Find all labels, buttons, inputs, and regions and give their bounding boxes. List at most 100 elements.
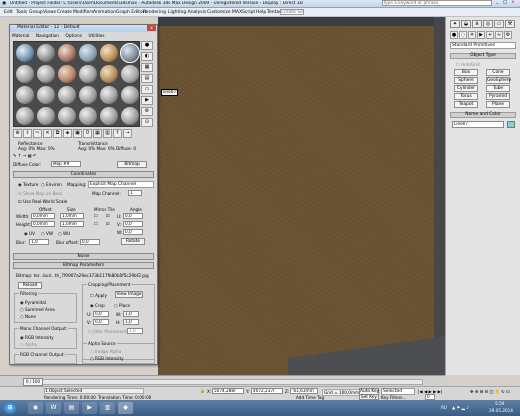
sample-sphere[interactable] [79, 86, 97, 104]
geosphere-button[interactable]: GeoSphere [486, 77, 511, 84]
summed-area-radio[interactable]: ○ Summed Area [20, 307, 55, 312]
category-dropdown[interactable]: Standard Primitives [450, 42, 516, 49]
background-icon[interactable]: ▦ [141, 63, 153, 72]
menu-edit[interactable]: Edit [4, 10, 13, 15]
uv-radio[interactable]: ◉ UV [24, 231, 35, 236]
y-coord[interactable]: 4072,237r [251, 388, 283, 394]
wu-radio[interactable]: ○ WU [58, 231, 70, 236]
menu-lighting-analysis[interactable]: Lighting Analysis [168, 10, 206, 15]
show-map-on-back-checkbox[interactable]: ☑ Show Map on Back [18, 191, 63, 196]
put-library-icon[interactable]: ▣ [73, 129, 82, 138]
menu-options[interactable]: Options [65, 34, 82, 39]
autogrid-checkbox[interactable]: ☐ AutoGrid [456, 62, 480, 67]
menu-animation[interactable]: Animation [93, 10, 116, 15]
folder-icon[interactable]: ▥ [100, 402, 115, 414]
unique-icon[interactable]: ◈ [63, 129, 72, 138]
maximize-button[interactable]: □ [503, 0, 507, 5]
menu-utilities[interactable]: Utilities [88, 34, 104, 39]
environ-radio[interactable]: ○ Environ [41, 182, 62, 187]
jitter-checkbox[interactable]: ☐ Jitter Placement: [88, 329, 128, 334]
teapot-button[interactable]: Teapot [454, 101, 478, 108]
bitmap-type-button[interactable]: Bitmap [117, 161, 147, 168]
x-coord[interactable]: 5074,288r [212, 388, 244, 394]
noise-rollout[interactable]: Noise [13, 253, 154, 260]
menu-help[interactable]: Help [256, 10, 266, 15]
chrome-icon[interactable]: ◉ [28, 402, 43, 414]
sample-sphere[interactable] [121, 86, 139, 104]
cylinder-button[interactable]: Cylinder [454, 85, 478, 92]
sample-sphere[interactable] [121, 65, 139, 83]
apply-checkbox[interactable]: ☐ Apply [90, 293, 107, 298]
u-tile-checkbox[interactable]: ☑ [106, 213, 110, 218]
menu-group[interactable]: Group [29, 10, 43, 15]
use-real-world-scale-checkbox[interactable]: ☑ Use Real-World Scale [18, 199, 67, 204]
assign-material-icon[interactable]: ⇨ [33, 129, 42, 138]
media-player-icon[interactable]: ▶ [82, 402, 97, 414]
bitmap-path[interactable]: Bitmap: ter...buil...th_7f0907a29ec373b1… [16, 273, 149, 278]
minimize-button[interactable]: _ [496, 0, 498, 5]
start-button[interactable]: ⊞ [3, 402, 17, 414]
helpers-icon[interactable]: + [486, 31, 494, 39]
box-button[interactable]: Box [454, 69, 478, 76]
menu-modifiers[interactable]: Modifiers [73, 10, 94, 15]
sample-sphere[interactable] [100, 107, 118, 125]
image-alpha-radio[interactable]: ○ Image Alpha [90, 349, 121, 354]
map-channel-input[interactable]: 1 [128, 190, 142, 196]
pyramid-button[interactable]: Pyramid [486, 93, 510, 100]
key-mode-dropdown[interactable]: Selected [381, 388, 415, 395]
explorer-icon[interactable]: ▤ [64, 402, 79, 414]
v-mirror-checkbox[interactable]: ☐ [94, 221, 98, 226]
none-radio[interactable]: ○ None [20, 314, 36, 319]
jitter-input[interactable]: 1,0 [127, 328, 143, 334]
effects-channel-icon[interactable]: 0 [83, 129, 92, 138]
word-icon[interactable]: W [46, 402, 61, 414]
go-sibling-small-icon[interactable]: → [23, 153, 27, 158]
alpha-radio[interactable]: ○ Alpha [20, 342, 37, 347]
pyramidal-radio[interactable]: ◉ Pyramidal [20, 300, 46, 305]
sample-sphere[interactable] [16, 44, 34, 62]
create-tab[interactable]: ✦ [450, 20, 460, 28]
timeline-track[interactable] [23, 379, 423, 385]
torus-button[interactable]: Torus [454, 93, 478, 100]
video-check-icon[interactable]: ▭ [141, 85, 153, 94]
crop-radio[interactable]: ◉ Crop [90, 303, 105, 308]
crop-u-input[interactable]: 0,0 [93, 311, 109, 317]
sample-sphere-active[interactable] [120, 43, 140, 63]
vw-radio[interactable]: ○ VW [41, 231, 53, 236]
u-angle-input[interactable]: 0,0 [123, 213, 143, 219]
object-color-swatch[interactable] [507, 121, 515, 128]
sample-sphere[interactable] [37, 65, 55, 83]
go-sibling-icon[interactable]: → [123, 129, 132, 138]
v-angle-input[interactable]: 0,0 [123, 221, 143, 227]
crop-w-input[interactable]: 1,0 [123, 311, 139, 317]
reset-icon[interactable]: ✕ [43, 129, 52, 138]
sample-sphere[interactable] [37, 86, 55, 104]
coordinates-rollout[interactable]: Coordinates [13, 171, 154, 178]
sample-sphere[interactable] [37, 44, 55, 62]
cone-button[interactable]: Cone [486, 69, 510, 76]
systems-icon[interactable]: ⚙ [504, 31, 512, 39]
app-icon[interactable]: ▣ [2, 1, 6, 6]
sample-sphere[interactable] [100, 86, 118, 104]
sample-sphere[interactable] [16, 86, 34, 104]
sample-type-icon[interactable]: ● [141, 41, 153, 50]
pick-material-icon[interactable]: ✎ [13, 153, 17, 158]
close-button[interactable]: × [511, 0, 515, 5]
blur-input[interactable]: 1,0 [29, 239, 49, 245]
sample-sphere[interactable] [16, 107, 34, 125]
go-parent-icon[interactable]: ↑ [113, 129, 122, 138]
selection-set-dropdown[interactable]: Create Selection Set [280, 9, 304, 15]
sample-sphere[interactable] [100, 44, 118, 62]
geometry-icon[interactable]: ● [450, 31, 458, 39]
sample-sphere[interactable] [79, 107, 97, 125]
object-name-input[interactable]: Line07 [452, 121, 504, 128]
height-size-input[interactable]: 1,0mm [60, 221, 84, 227]
sample-sphere[interactable] [16, 65, 34, 83]
put-to-scene-icon[interactable]: ⇪ [23, 129, 32, 138]
plane-button[interactable]: Plane [486, 101, 510, 108]
sample-sphere[interactable] [79, 44, 97, 62]
menu-navigation[interactable]: Navigation [36, 34, 59, 39]
undo-icon[interactable]: ↶ [33, 153, 37, 158]
place-radio[interactable]: ○ Place [114, 303, 130, 308]
uv-tiling-icon[interactable]: ▤ [141, 74, 153, 83]
